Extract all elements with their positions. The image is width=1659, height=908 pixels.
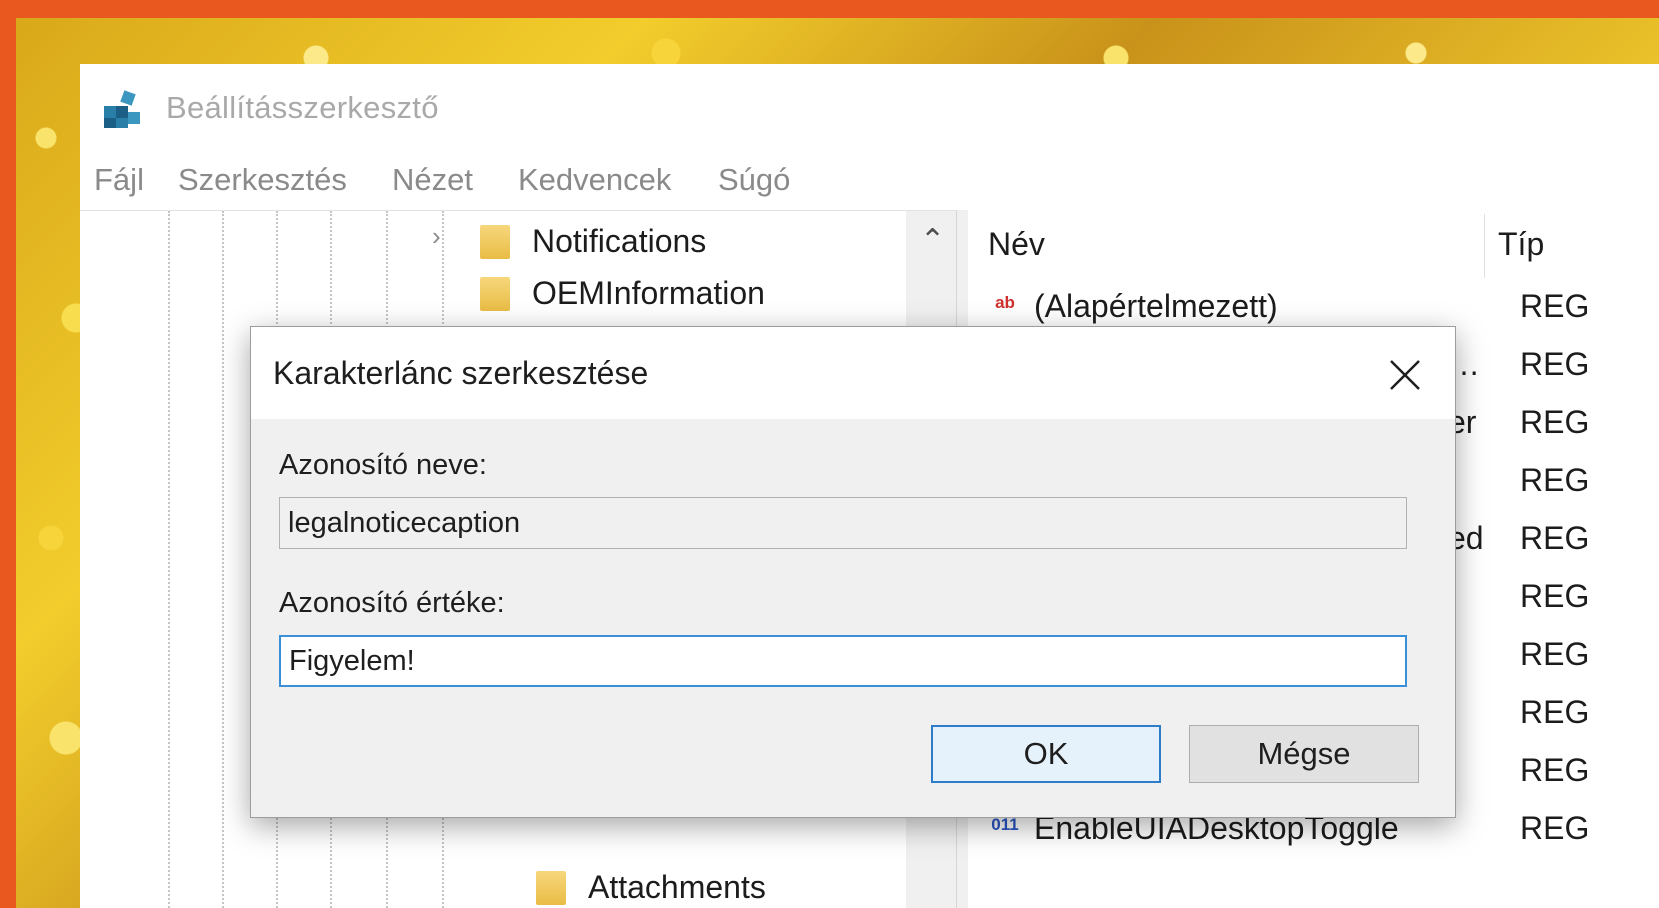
tree-item-oeminformation[interactable]: OEMInformation xyxy=(532,275,765,312)
column-header-type[interactable]: Típ xyxy=(1498,226,1544,263)
menu-favorites[interactable]: Kedvencek xyxy=(518,162,671,198)
string-value-icon: ab xyxy=(995,293,1015,312)
dialog-title: Karakterlánc szerkesztése xyxy=(273,355,649,391)
value-name-label: Azonosító neve: xyxy=(279,449,487,481)
menu-help[interactable]: Súgó xyxy=(718,162,790,198)
menu-edit[interactable]: Szerkesztés xyxy=(178,162,347,198)
value-name-field[interactable] xyxy=(279,497,1407,549)
value-data-field[interactable] xyxy=(279,635,1407,687)
column-separator[interactable] xyxy=(1484,214,1485,278)
cancel-button[interactable]: Mégse xyxy=(1189,725,1419,783)
dialog-titlebar[interactable]: Karakterlánc szerkesztése xyxy=(251,327,1455,419)
tree-item-notifications[interactable]: Notifications xyxy=(532,223,706,260)
expand-chevron-icon[interactable]: › xyxy=(432,221,441,252)
close-button[interactable] xyxy=(1377,347,1433,403)
edit-string-dialog: Karakterlánc szerkesztése Azonosító neve… xyxy=(250,326,1456,818)
folder-icon xyxy=(480,277,510,311)
registry-editor-icon xyxy=(104,90,140,128)
window-titlebar: Beállításszerkesztő xyxy=(80,64,1659,152)
menu-view[interactable]: Nézet xyxy=(392,162,473,198)
value-data-label: Azonosító értéke: xyxy=(279,587,505,619)
menu-bar: Fájl Szerkesztés Nézet Kedvencek Súgó xyxy=(80,156,1659,208)
folder-icon xyxy=(536,871,566,905)
column-header-name[interactable]: Név xyxy=(988,226,1045,263)
scroll-up-icon[interactable]: ⌃ xyxy=(920,223,945,258)
tree-item-attachments[interactable]: Attachments xyxy=(588,869,766,906)
menu-file[interactable]: Fájl xyxy=(94,162,144,198)
folder-icon xyxy=(480,225,510,259)
window-title: Beállításszerkesztő xyxy=(166,90,439,125)
close-icon xyxy=(1390,360,1420,390)
ok-button[interactable]: OK xyxy=(931,725,1161,783)
